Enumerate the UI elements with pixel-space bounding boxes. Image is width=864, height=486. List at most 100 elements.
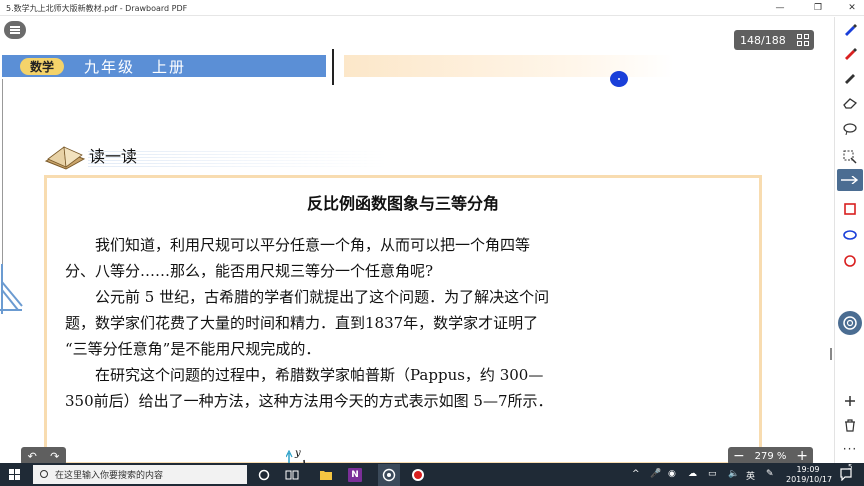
paragraph-line: “三等分任意角”是不能用尺规完成的． [65,340,321,358]
file-explorer-button[interactable] [318,467,334,483]
pen-tool-red[interactable] [842,45,858,61]
paragraph-line: 题，数学家们花费了大量的时间和精力．直到1837年，数学家才证明了 [65,314,539,332]
system-clock[interactable]: 19:09 2019/10/17 [786,465,833,485]
ellipsis-icon: ··· [842,442,858,456]
recorder-button[interactable] [410,467,426,483]
eraser-tool[interactable] [842,95,858,111]
onenote-button[interactable]: N [348,468,362,482]
document-viewport[interactable]: 数学 九年级 上册 148/188 读一读 反比例函数图象与三等分角 我们知道，… [0,17,834,463]
title-bar: 5.数学九上北师大版新教材.pdf - Drawboard PDF — ❐ ✕ [0,0,864,16]
volume-icon[interactable]: 🔈 [728,469,739,479]
paragraph-line: 公元前 5 世纪，古希腊的学者们就提出了这个问题．为了解决这个问 [65,288,550,306]
cortana-button[interactable] [256,467,272,483]
redo-button[interactable]: ↷ [50,450,59,463]
drawboard-taskbar-button[interactable] [378,464,400,486]
select-tool[interactable] [842,149,858,165]
hamburger-icon [10,29,20,31]
page-counter-text: 148/188 [740,33,786,47]
article-title: 反比例函数图象与三等分角 [306,194,499,213]
y-axis-arrow-icon [285,449,306,463]
task-view-button[interactable] [284,467,300,483]
paragraph-line: 我们知道，利用尺规可以平分任意一个角，从而可以把一个角四等 [65,236,531,254]
select-icon [843,150,857,164]
annotation-toolbar: ··· [834,17,864,463]
pen-icon [845,48,857,60]
folder-icon [320,471,332,480]
maximize-button[interactable]: ❐ [806,0,830,16]
zoom-out-button[interactable]: − [733,448,745,463]
eraser-icon [843,98,857,109]
rectangle-tool[interactable] [842,201,858,217]
page-header-bar: 数学 九年级 上册 [2,55,326,77]
action-center-button[interactable]: 5 [838,463,854,482]
pen-icon [845,74,855,84]
paragraph-line: 在研究这个问题的过程中，希腊数学家帕普斯（Pappus，约 300— [65,366,544,384]
task-view-icon [285,470,299,480]
margin-line [2,79,3,279]
cursor-dot-icon [610,71,628,87]
tray-expand-icon[interactable]: ^ [632,469,640,479]
cortana-icon [258,469,270,481]
ellipse-icon [843,230,857,240]
clock-time: 19:09 [796,465,820,474]
taskbar-search-box[interactable]: 在这里输入你要搜索的内容 [33,465,247,484]
figure-axis: y [285,448,316,463]
arrow-tool-selected[interactable] [837,169,863,191]
arrow-icon [841,176,859,184]
minimize-button[interactable]: — [768,0,792,16]
circle-tool[interactable] [842,253,858,269]
record-icon [412,469,424,481]
close-button[interactable]: ✕ [840,0,864,16]
circle-icon [844,255,856,267]
y-axis-label: y [295,448,301,459]
reading-box: 反比例函数图象与三等分角 我们知道，利用尺规可以平分任意一个角，从而可以把一个角… [44,175,762,463]
paragraph-line: 350前后）给出了一种方法，这种方法用今天的方式表示如图 5—7所示． [65,392,553,410]
pen-tool-black[interactable] [842,69,858,85]
undo-redo-group: ↶ ↷ [21,447,66,463]
compass-icon [0,264,23,314]
rectangle-icon [844,203,856,215]
grid-view-icon[interactable] [797,34,809,46]
zoom-control: − 279 % + [728,447,813,463]
scrollbar-thumb[interactable] [830,348,832,360]
trash-icon [845,418,855,432]
open-book-icon [44,146,86,170]
drawboard-icon [382,468,396,482]
pen-icon [845,24,857,36]
ellipse-tool[interactable] [842,227,858,243]
window-title: 5.数学九上北师大版新教材.pdf - Drawboard PDF [6,4,188,13]
windows-taskbar: 在这里输入你要搜索的内容 N ^ 🎤 ◉ ☁ ▭ 🔈 英 ✎ 19:09 201… [0,463,864,486]
record-tray-icon[interactable]: ◉ [668,469,676,479]
delete-button[interactable] [842,417,858,433]
search-icon [40,470,48,478]
header-divider [332,49,334,85]
protractor-icon [843,316,857,330]
paragraph-line: 分、八等分……那么，能否用尺规三等分一个任意角呢? [65,262,434,280]
page-counter[interactable]: 148/188 [734,30,814,50]
notification-count: 5 [848,463,853,471]
add-button[interactable] [842,393,858,409]
lasso-icon [843,123,857,135]
pen-tool-blue[interactable] [842,21,858,37]
windows-start-icon[interactable] [9,469,20,480]
grade-title: 九年级 上册 [84,57,187,76]
more-options-button[interactable]: ··· [842,441,858,457]
lasso-tool[interactable] [842,121,858,137]
search-placeholder: 在这里输入你要搜索的内容 [55,471,164,481]
onenote-icon: N [351,470,359,480]
onedrive-icon[interactable]: ☁ [688,469,697,479]
section-title: 读一读 [89,147,138,166]
plus-icon [845,396,855,406]
zoom-level[interactable]: 279 % [755,451,787,462]
drawboard-pdf-window: 5.数学九上北师大版新教材.pdf - Drawboard PDF — ❐ ✕ … [0,0,864,486]
ruler-tool[interactable] [838,311,862,335]
ime-language-indicator[interactable]: 英 [746,469,755,482]
zoom-in-button[interactable]: + [796,448,808,463]
undo-button[interactable]: ↶ [28,450,37,463]
hamburger-menu-button[interactable] [4,21,26,39]
clock-date: 2019/10/17 [786,475,833,484]
network-icon[interactable]: ▭ [708,469,717,479]
pen-workspace-icon[interactable]: ✎ [766,469,774,479]
microphone-icon[interactable]: 🎤 [650,469,661,479]
subject-badge: 数学 [20,57,64,75]
